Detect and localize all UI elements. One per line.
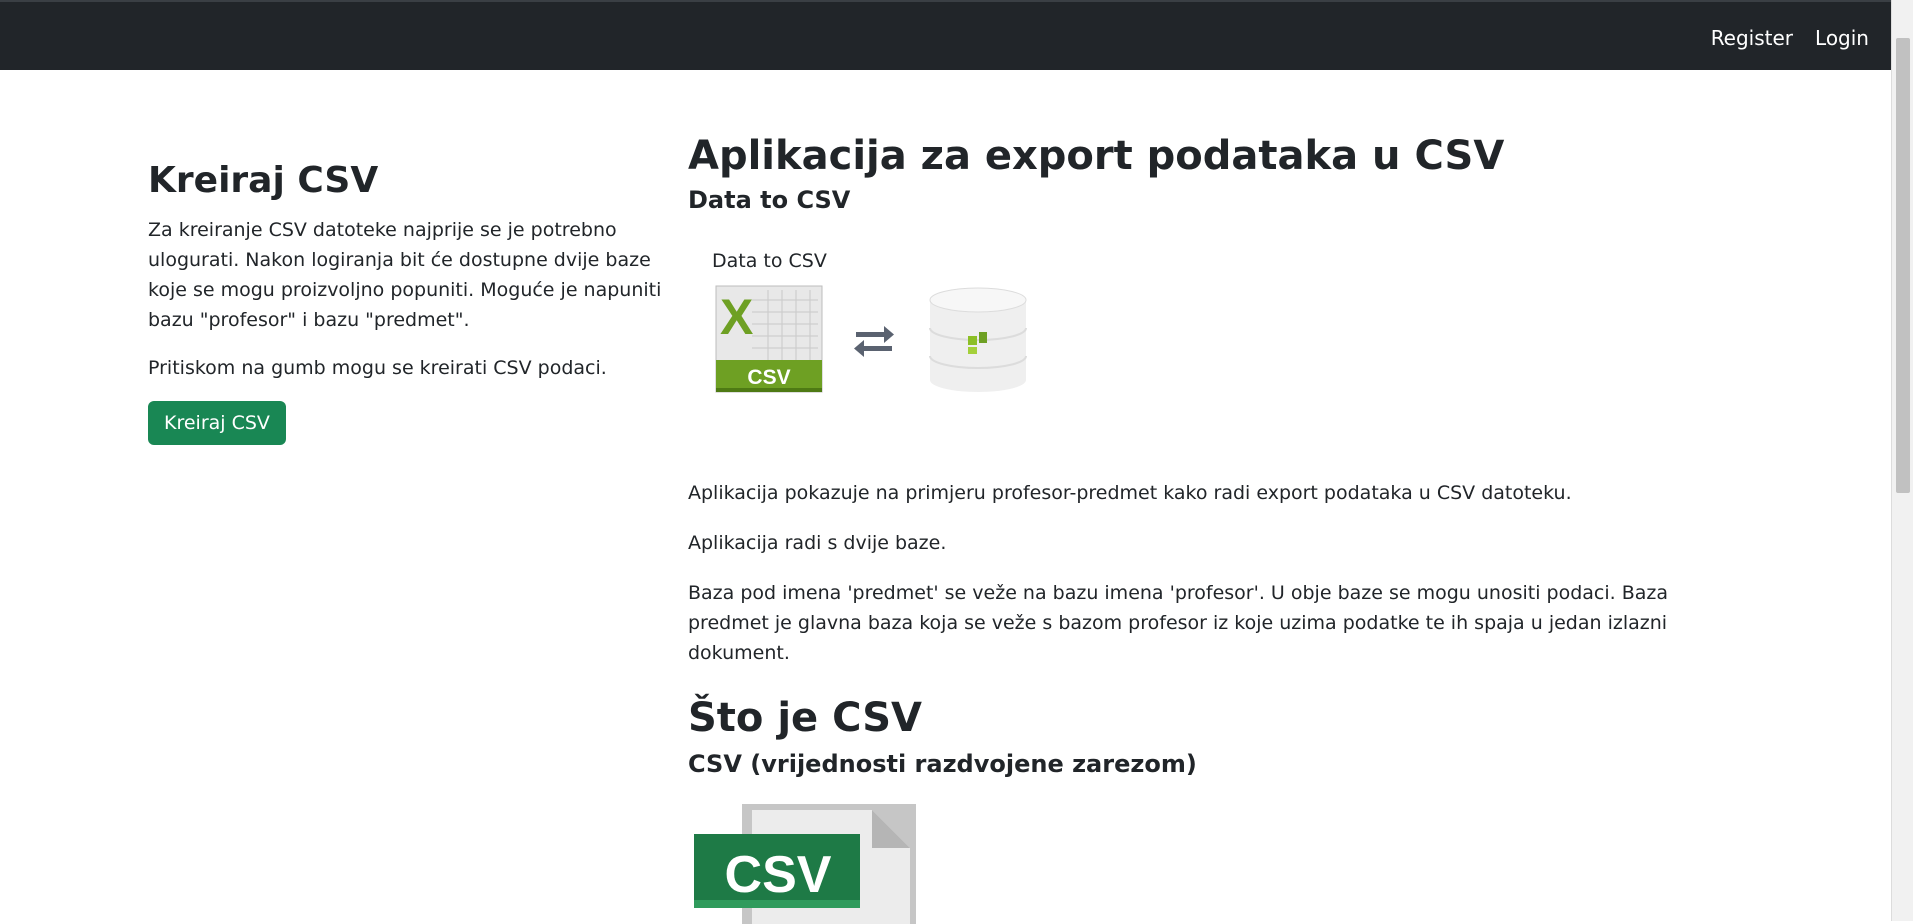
paragraph-2: Aplikacija radi s dvije baze.: [688, 532, 947, 554]
create-csv-button[interactable]: Kreiraj CSV: [148, 401, 286, 445]
data-to-csv-illustration: X CSV: [715, 285, 1027, 393]
page-scrollbar[interactable]: [1891, 0, 1913, 921]
what-is-csv-section: Što je CSV CSV (vrijednosti razdvojene z…: [688, 692, 1708, 924]
paragraph-3: Baza pod imena 'predmet' se veže na bazu…: [688, 582, 1669, 664]
page-title: Aplikacija za export podataka u CSV: [688, 133, 1505, 179]
database-icon: [929, 287, 1027, 392]
description-paragraphs: Aplikacija pokazuje na primjeru profesor…: [688, 478, 1708, 688]
figure-caption: Data to CSV: [712, 250, 827, 272]
create-csv-panel: Kreiraj CSV Za kreiranje CSV datoteke na…: [148, 160, 668, 445]
main-content: Aplikacija za export podataka u CSV Data…: [688, 130, 1708, 416]
paragraph-1: Aplikacija pokazuje na primjeru profesor…: [688, 482, 1572, 504]
nav-links: Register Login: [1711, 26, 1869, 50]
scrollbar-thumb[interactable]: [1896, 38, 1910, 493]
csv-file-icon: CSV: [694, 804, 916, 924]
csv-badge-label: CSV: [747, 366, 790, 389]
create-csv-note: Pritiskom na gumb mogu se kreirati CSV p…: [148, 357, 607, 379]
register-link[interactable]: Register: [1711, 26, 1793, 50]
create-csv-description: Za kreiranje CSV datoteke najprije se je…: [148, 219, 662, 331]
exchange-arrows-icon: [854, 326, 894, 357]
excel-letter: X: [720, 289, 753, 345]
what-is-csv-title: Što je CSV: [688, 695, 922, 741]
csv-file-label: CSV: [725, 846, 832, 904]
excel-csv-icon: X CSV: [715, 285, 823, 393]
data-to-csv-figure: Data to CSV X CSV: [712, 250, 1052, 400]
page-subtitle: Data to CSV: [688, 186, 851, 214]
what-is-csv-subtitle: CSV (vrijednosti razdvojene zarezom): [688, 750, 1197, 778]
login-link[interactable]: Login: [1815, 26, 1869, 50]
top-navbar: Register Login: [0, 0, 1891, 70]
create-csv-title: Kreiraj CSV: [148, 160, 379, 201]
